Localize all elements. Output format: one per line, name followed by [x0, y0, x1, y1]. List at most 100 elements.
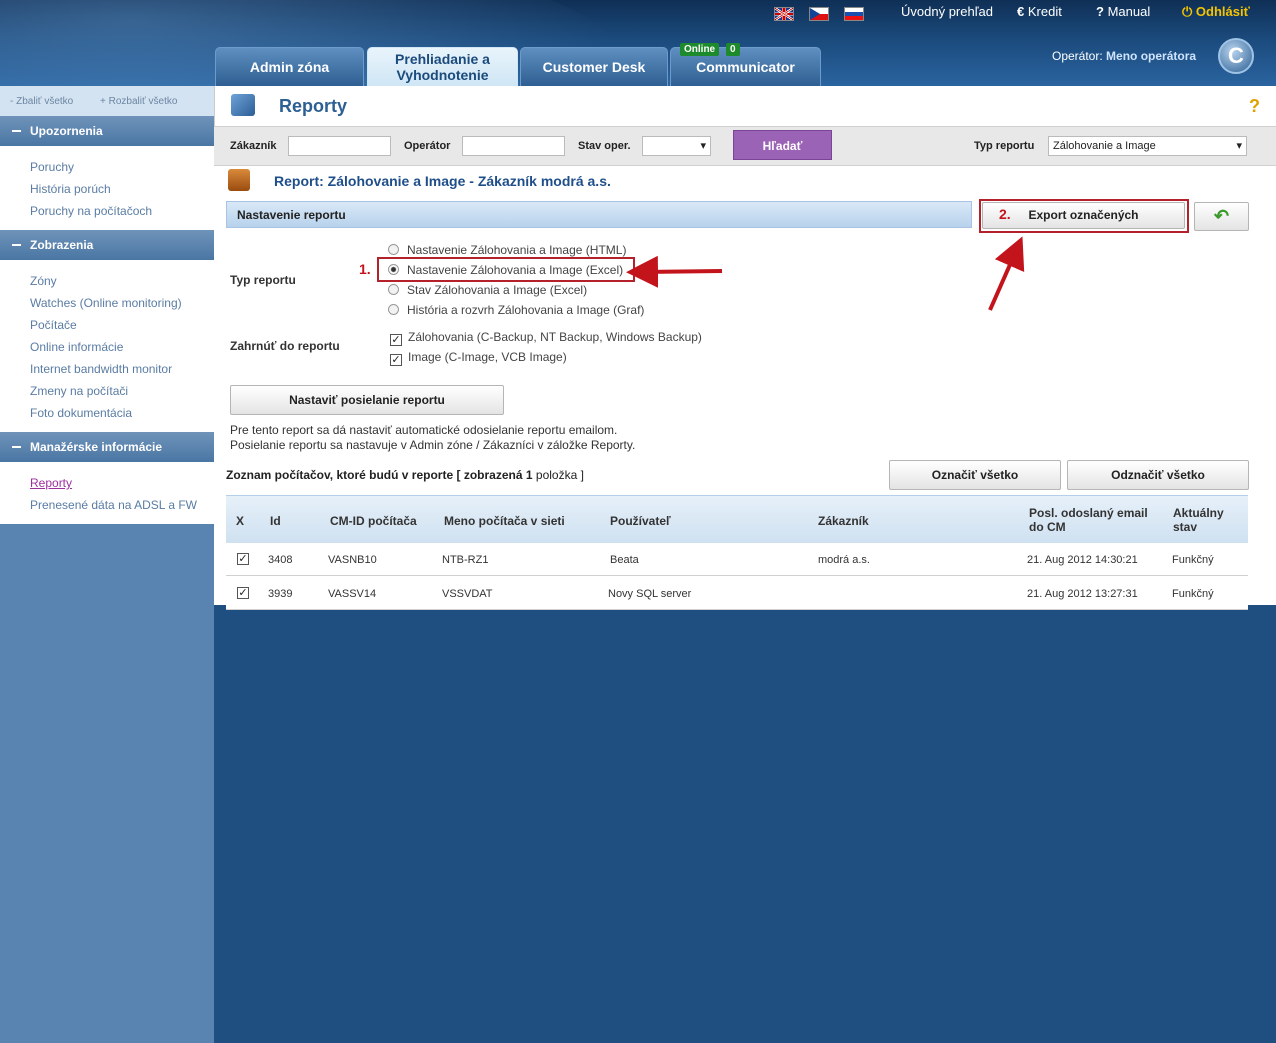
back-button[interactable]: ↶ [1194, 202, 1249, 231]
sidebar-item-poruchy[interactable]: Poruchy [30, 156, 214, 178]
sidebar-item-reporty[interactable]: Reporty [30, 472, 214, 494]
table-row[interactable]: ✓ 3408 VASNB10 NTB-RZ1 Beata modrá a.s. … [226, 543, 1248, 576]
sidebar-section-manazerske-informacie[interactable]: Manažérske informácie [0, 432, 214, 462]
cell-id: 3408 [268, 554, 293, 566]
expand-all-link[interactable]: + Rozbaliť všetko [100, 96, 189, 107]
settings-header: Nastavenie reportu [226, 201, 972, 228]
report-type-field-label: Typ reportu [230, 273, 296, 287]
report-title: Report: Zálohovanie a Image - Zákazník m… [274, 173, 611, 189]
flag-cz-icon[interactable] [809, 7, 829, 21]
cell-last-email: 21. Aug 2012 13:27:31 [1027, 588, 1138, 600]
cell-last-email: 21. Aug 2012 14:30:21 [1027, 554, 1138, 566]
list-suffix: položka ] [535, 468, 584, 482]
manual-link[interactable]: ? Manual [1096, 4, 1150, 19]
table-header: X Id CM-ID počítača Meno počítača v siet… [226, 495, 1248, 543]
report-type-label: Typ reportu [974, 140, 1035, 152]
sidebar-item-poruchy-na-pocitacoch[interactable]: Poruchy na počítačoch [30, 200, 214, 222]
cell-customer: modrá a.s. [818, 554, 870, 566]
page-title-bar: Reporty ? [214, 86, 1276, 126]
row-checkbox-checked-icon[interactable]: ✓ [237, 553, 249, 565]
sidebar-item-foto-dokumentacia[interactable]: Foto dokumentácia [30, 402, 214, 424]
flag-sk-icon[interactable] [844, 7, 864, 21]
include-field-label: Zahrnúť do reportu [230, 339, 340, 353]
top-header: Úvodný prehľad € Kredit ? Manual ⏻ Odhlá… [0, 0, 1276, 86]
list-count: 1 [525, 468, 533, 482]
report-type-option[interactable]: História a rozvrh Zálohovania a Image (G… [388, 303, 644, 317]
collapse-all-link[interactable]: - Zbaliť všetko [10, 96, 85, 107]
include-backup-checkbox[interactable]: ✓ Zálohovania (C-Backup, NT Backup, Windo… [390, 330, 702, 346]
row-checkbox-checked-icon[interactable]: ✓ [237, 587, 249, 599]
logout-label: Odhlásiť [1195, 4, 1250, 19]
help-icon[interactable]: ? [1249, 96, 1260, 117]
tab-label: Communicator [696, 59, 795, 75]
sidebar-item-zony[interactable]: Zóny [30, 270, 214, 292]
set-report-sending-button[interactable]: Nastaviť posielanie reportu [230, 385, 504, 415]
sidebar-item-online-informacie[interactable]: Online informácie [30, 336, 214, 358]
operator-filter-input[interactable] [462, 136, 565, 156]
cell-id: 3939 [268, 588, 293, 600]
info-line-1: Pre tento report sa dá nastaviť automati… [230, 423, 618, 437]
radio-icon [388, 244, 399, 255]
info-line-2: Posielanie reportu sa nastavuje v Admin … [230, 438, 636, 452]
sidebar-item-bandwidth-monitor[interactable]: Internet bandwidth monitor [30, 358, 214, 380]
app-logo: C [1218, 38, 1254, 74]
state-filter-select[interactable] [642, 136, 711, 156]
customer-filter-input[interactable] [288, 136, 391, 156]
sidebar-section-zobrazenia[interactable]: Zobrazenia [0, 230, 214, 260]
state-filter-label: Stav oper. [578, 140, 631, 152]
send-label: Nastaviť posielanie reportu [289, 393, 445, 407]
tab-admin-zone[interactable]: Admin zóna [215, 47, 364, 86]
sidebar-controls: - Zbaliť všetko + Rozbaliť všetko [0, 86, 214, 116]
column-header-name[interactable]: Meno počítača v sieti [444, 514, 565, 528]
main-content: Reporty ? Zákazník Operátor Stav oper. H… [214, 86, 1276, 610]
include-image-checkbox[interactable]: ✓ Image (C-Image, VCB Image) [390, 350, 567, 366]
radio-icon [388, 284, 399, 295]
search-button[interactable]: Hľadať [733, 130, 832, 160]
column-header-id[interactable]: Id [270, 514, 281, 528]
column-header-state[interactable]: Aktuálny stav [1173, 506, 1233, 534]
sidebar-group: Zóny Watches (Online monitoring) Počítač… [0, 260, 214, 432]
step-2-label: 2. [999, 206, 1011, 222]
list-shown: [ zobrazená [456, 468, 523, 482]
sidebar-filler [0, 524, 214, 1043]
tab-browse-evaluate[interactable]: Prehliadanie a Vyhodnotenie [367, 47, 518, 86]
option-label: Nastavenie Zálohovania a Image (HTML) [407, 243, 627, 257]
sidebar-item-pocitace[interactable]: Počítače [30, 314, 214, 336]
filter-bar: Zákazník Operátor Stav oper. Hľadať Typ … [214, 126, 1276, 166]
sidebar-item-watches[interactable]: Watches (Online monitoring) [30, 292, 214, 314]
power-icon: ⏻ [1182, 4, 1193, 19]
sidebar-section-upozornenia[interactable]: Upozornenia [0, 116, 214, 146]
page-title: Reporty [279, 96, 348, 116]
checkbox-label: Zálohovania (C-Backup, NT Backup, Window… [408, 330, 702, 344]
column-header-x[interactable]: X [236, 514, 244, 528]
overview-link[interactable]: Úvodný prehľad [901, 4, 993, 19]
cell-cmid: VASNB10 [328, 554, 377, 566]
list-prefix: Zoznam počítačov, ktoré budú v reporte [226, 468, 454, 482]
sidebar-group: Reporty Prenesené dáta na ADSL a FW [0, 462, 214, 524]
table-row[interactable]: ✓ 3939 VASSV14 VSSVDAT Novy SQL server 2… [226, 577, 1248, 610]
logout-link[interactable]: ⏻ Odhlásiť [1182, 4, 1250, 20]
cell-state: Funkčný [1172, 588, 1214, 600]
sidebar-item-prenesene-data[interactable]: Prenesené dáta na ADSL a FW [30, 494, 214, 516]
report-type-option[interactable]: Stav Zálohovania a Image (Excel) [388, 283, 587, 297]
sidebar-item-zmeny-na-pocitaci[interactable]: Zmeny na počítači [30, 380, 214, 402]
column-header-user[interactable]: Používateľ [610, 514, 671, 528]
operator-name: Meno operátora [1106, 49, 1197, 63]
checkbox-label: Image (C-Image, VCB Image) [408, 350, 567, 364]
sidebar-item-historia-poruch[interactable]: História porúch [30, 178, 214, 200]
credit-label: Kredit [1027, 4, 1062, 19]
manual-label: Manual [1107, 4, 1151, 19]
flag-en-icon[interactable] [774, 7, 794, 21]
report-type-select[interactable]: Zálohovanie a Image [1048, 136, 1247, 156]
mark-all-button[interactable]: Označiť všetko [889, 460, 1061, 490]
column-header-customer[interactable]: Zákazník [818, 514, 869, 528]
column-header-last-email[interactable]: Posl. odoslaný email do CM [1029, 506, 1154, 534]
tab-customer-desk[interactable]: Customer Desk [520, 47, 668, 86]
sidebar-group: Poruchy História porúch Poruchy na počít… [0, 146, 214, 230]
unmark-all-button[interactable]: Odznačiť všetko [1067, 460, 1249, 490]
credit-link[interactable]: € Kredit [1017, 4, 1062, 19]
customer-filter-label: Zákazník [230, 140, 277, 152]
cell-cmid: VASSV14 [328, 588, 377, 600]
column-header-cmid[interactable]: CM-ID počítača [330, 514, 417, 528]
report-type-option[interactable]: Nastavenie Zálohovania a Image (HTML) [388, 243, 626, 257]
